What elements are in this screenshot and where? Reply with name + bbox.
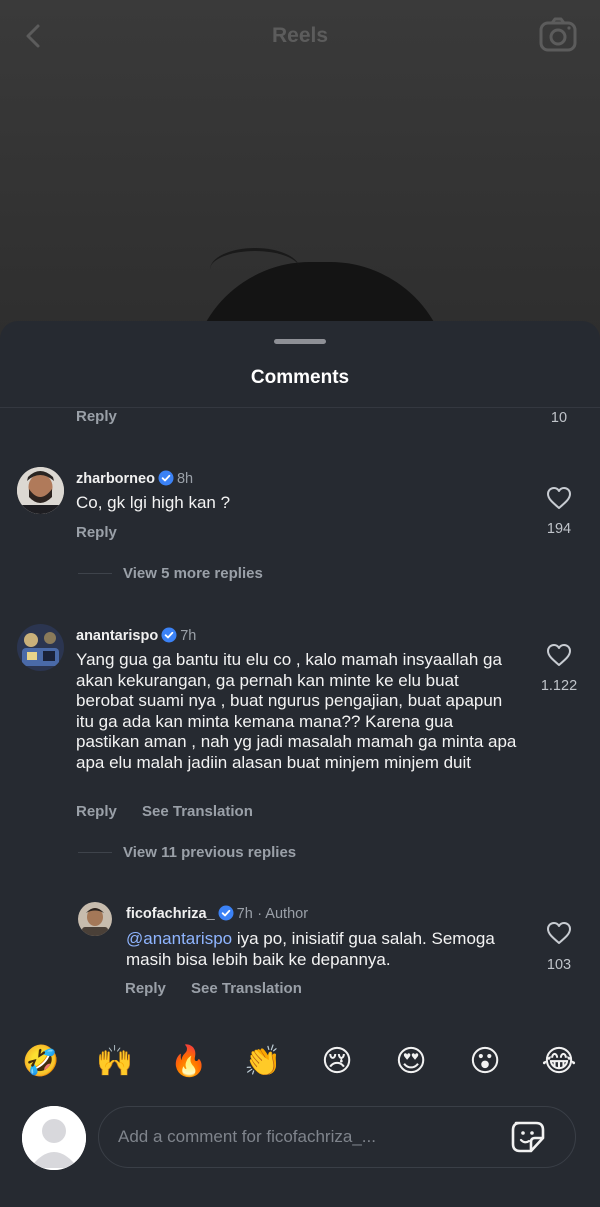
comment-header: anantarispo 7h xyxy=(76,627,196,645)
author-label: · Author xyxy=(257,906,309,922)
sticker-icon[interactable] xyxy=(510,1120,546,1154)
timestamp: 7h xyxy=(236,906,253,922)
comment-text: @anantarispo iya po, inisiatif gua salah… xyxy=(126,929,521,970)
fire-emoji-icon[interactable]: 🔥 xyxy=(167,1040,211,1084)
timestamp: 8h xyxy=(176,471,194,487)
avatar-image xyxy=(17,467,64,514)
like-count: 10 xyxy=(550,410,568,426)
username[interactable]: ficofachriza_ xyxy=(126,906,215,922)
top-bar: Reels xyxy=(0,0,600,72)
avatar[interactable] xyxy=(17,624,64,671)
avatar[interactable] xyxy=(78,902,112,936)
username[interactable]: anantarispo xyxy=(76,628,158,644)
username[interactable]: zharborneo xyxy=(76,471,155,487)
thread-line xyxy=(78,852,112,853)
crying-emoji-icon[interactable]: 😢 xyxy=(315,1040,359,1084)
surprised-emoji-icon[interactable]: 😮 xyxy=(463,1040,507,1084)
heart-icon[interactable] xyxy=(546,643,572,667)
comment-text: Co, gk lgi high kan ? xyxy=(76,493,231,512)
avatar-image xyxy=(17,624,64,671)
see-translation-button[interactable]: See Translation xyxy=(191,980,302,997)
mention-link[interactable]: @anantarispo xyxy=(126,929,232,948)
avatar[interactable] xyxy=(17,467,64,514)
comment-text: Yang gua ga bantu itu elu co , kalo mama… xyxy=(76,650,517,772)
verified-badge-icon xyxy=(218,905,234,921)
raised-hands-emoji-icon[interactable]: 🙌 xyxy=(93,1040,137,1084)
reply-button[interactable]: Reply xyxy=(76,803,117,820)
rofl-emoji-icon[interactable]: 🤣 xyxy=(19,1040,63,1084)
heart-icon[interactable] xyxy=(546,486,572,510)
verified-badge-icon xyxy=(161,627,177,643)
view-previous-replies-button[interactable]: View 11 previous replies xyxy=(123,844,296,861)
reply-button[interactable]: Reply xyxy=(125,980,166,997)
default-avatar-icon xyxy=(22,1106,86,1170)
sheet-drag-handle[interactable] xyxy=(274,339,326,344)
comment-input[interactable] xyxy=(98,1106,576,1168)
current-user-avatar xyxy=(22,1106,86,1170)
emoji-reaction-bar: 🤣 🙌 🔥 👏 😢 😍 😮 😂 xyxy=(0,1040,600,1086)
reply-button[interactable]: Reply xyxy=(76,524,117,541)
like-count: 1.122 xyxy=(540,678,578,694)
thread-line xyxy=(78,573,112,574)
avatar-image xyxy=(78,902,112,936)
heart-eyes-emoji-icon[interactable]: 😍 xyxy=(389,1040,433,1084)
like-count: 103 xyxy=(546,957,572,973)
see-translation-button[interactable]: See Translation xyxy=(142,803,253,820)
camera-icon[interactable] xyxy=(538,16,578,54)
sheet-title: Comments xyxy=(250,367,350,388)
comment-header: zharborneo 8h xyxy=(76,470,193,488)
verified-badge-icon xyxy=(158,470,174,486)
timestamp: 7h xyxy=(180,628,197,644)
comment-composer xyxy=(0,1100,600,1180)
clapping-emoji-icon[interactable]: 👏 xyxy=(241,1040,285,1084)
tears-of-joy-emoji-icon[interactable]: 😂 xyxy=(537,1040,581,1084)
like-count: 194 xyxy=(546,521,572,537)
view-more-replies-button[interactable]: View 5 more replies xyxy=(123,565,263,582)
page-title: Reels xyxy=(271,24,329,47)
heart-icon[interactable] xyxy=(546,921,572,945)
reply-button[interactable]: Reply xyxy=(76,408,117,425)
comment-header: ficofachriza_ 7h · Author xyxy=(126,905,308,923)
